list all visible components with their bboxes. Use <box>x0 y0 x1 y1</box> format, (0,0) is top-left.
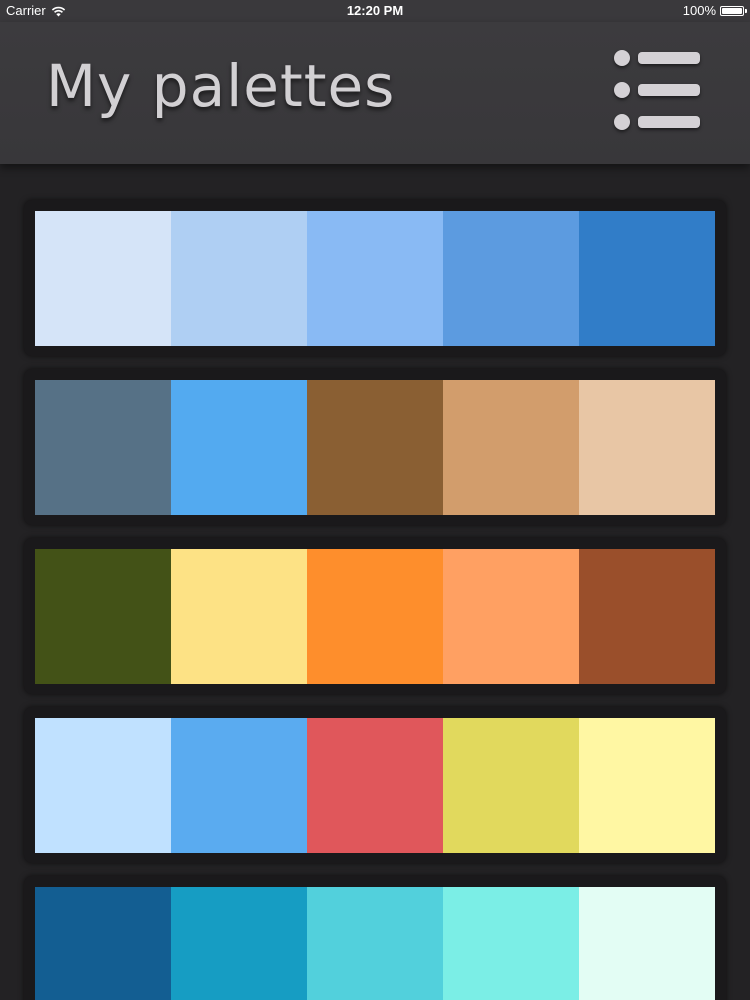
header: My palettes <box>0 22 750 164</box>
color-swatch <box>171 380 307 515</box>
color-swatch <box>579 887 715 1000</box>
status-bar: Carrier 12:20 PM 100% <box>0 0 750 22</box>
battery-fill <box>722 8 742 14</box>
list-icon-row <box>614 82 700 98</box>
color-swatch <box>171 549 307 684</box>
list-icon-dot <box>614 82 630 98</box>
color-swatch <box>579 380 715 515</box>
list-icon-row <box>614 50 700 66</box>
color-swatch <box>443 887 579 1000</box>
list-icon-dot <box>614 114 630 130</box>
color-swatch <box>579 718 715 853</box>
palette-swatches <box>35 718 715 853</box>
color-swatch <box>171 718 307 853</box>
battery-percent: 100% <box>682 3 716 18</box>
palette-list[interactable] <box>0 164 750 1000</box>
palette-card[interactable] <box>24 707 726 863</box>
status-time: 12:20 PM <box>346 3 404 18</box>
color-swatch <box>579 211 715 346</box>
palette-swatches <box>35 211 715 346</box>
list-icon-bar <box>638 84 700 96</box>
list-icon-row <box>614 114 700 130</box>
battery-icon <box>720 6 747 16</box>
palette-card[interactable] <box>24 369 726 525</box>
color-swatch <box>307 211 443 346</box>
status-right: 100% <box>682 0 747 22</box>
color-swatch <box>579 549 715 684</box>
list-icon-bar <box>638 52 700 64</box>
list-icon-dot <box>614 50 630 66</box>
color-swatch <box>307 718 443 853</box>
screen: Carrier 12:20 PM 100% My palettes <box>0 0 750 1000</box>
color-swatch <box>307 380 443 515</box>
color-swatch <box>171 211 307 346</box>
color-swatch <box>35 380 171 515</box>
color-swatch <box>443 549 579 684</box>
palette-swatches <box>35 380 715 515</box>
color-swatch <box>443 380 579 515</box>
color-swatch <box>35 549 171 684</box>
menu-button[interactable] <box>612 50 702 130</box>
palette-swatches <box>35 549 715 684</box>
color-swatch <box>443 718 579 853</box>
list-icon-bar <box>638 116 700 128</box>
palette-card[interactable] <box>24 200 726 356</box>
color-swatch <box>307 887 443 1000</box>
color-swatch <box>35 211 171 346</box>
color-swatch <box>307 549 443 684</box>
color-swatch <box>443 211 579 346</box>
palette-card[interactable] <box>24 876 726 1000</box>
color-swatch <box>35 887 171 1000</box>
color-swatch <box>171 887 307 1000</box>
palette-swatches <box>35 887 715 1000</box>
page-title: My palettes <box>46 52 396 120</box>
palette-card[interactable] <box>24 538 726 694</box>
color-swatch <box>35 718 171 853</box>
